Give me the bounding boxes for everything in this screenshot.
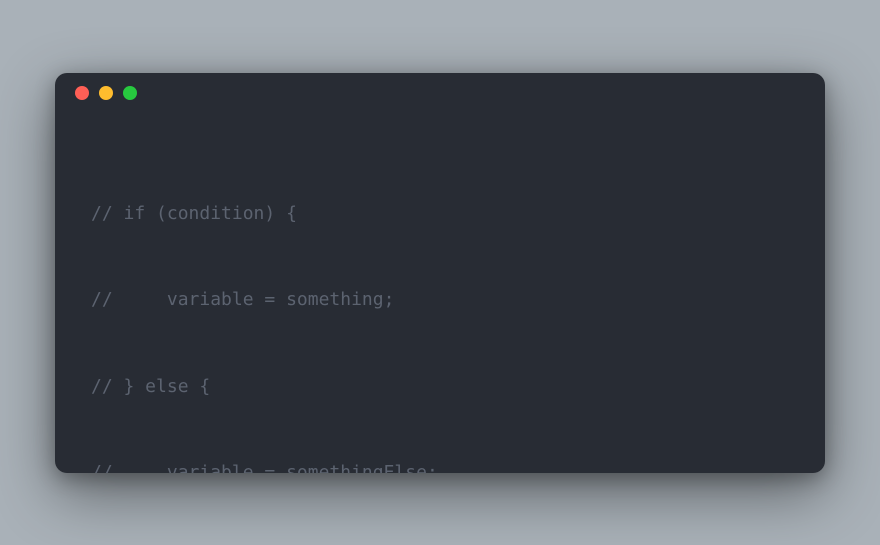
comment-line: // } else { xyxy=(91,373,789,402)
comment-line: // variable = something; xyxy=(91,286,789,315)
comment-line: // if (condition) { xyxy=(91,200,789,229)
window-titlebar xyxy=(55,73,825,113)
code-block: // if (condition) { // variable = someth… xyxy=(55,113,825,473)
comment-line: // variable = somethingElse; xyxy=(91,459,789,472)
code-window: // if (condition) { // variable = someth… xyxy=(55,73,825,473)
minimize-icon[interactable] xyxy=(99,86,113,100)
close-icon[interactable] xyxy=(75,86,89,100)
maximize-icon[interactable] xyxy=(123,86,137,100)
